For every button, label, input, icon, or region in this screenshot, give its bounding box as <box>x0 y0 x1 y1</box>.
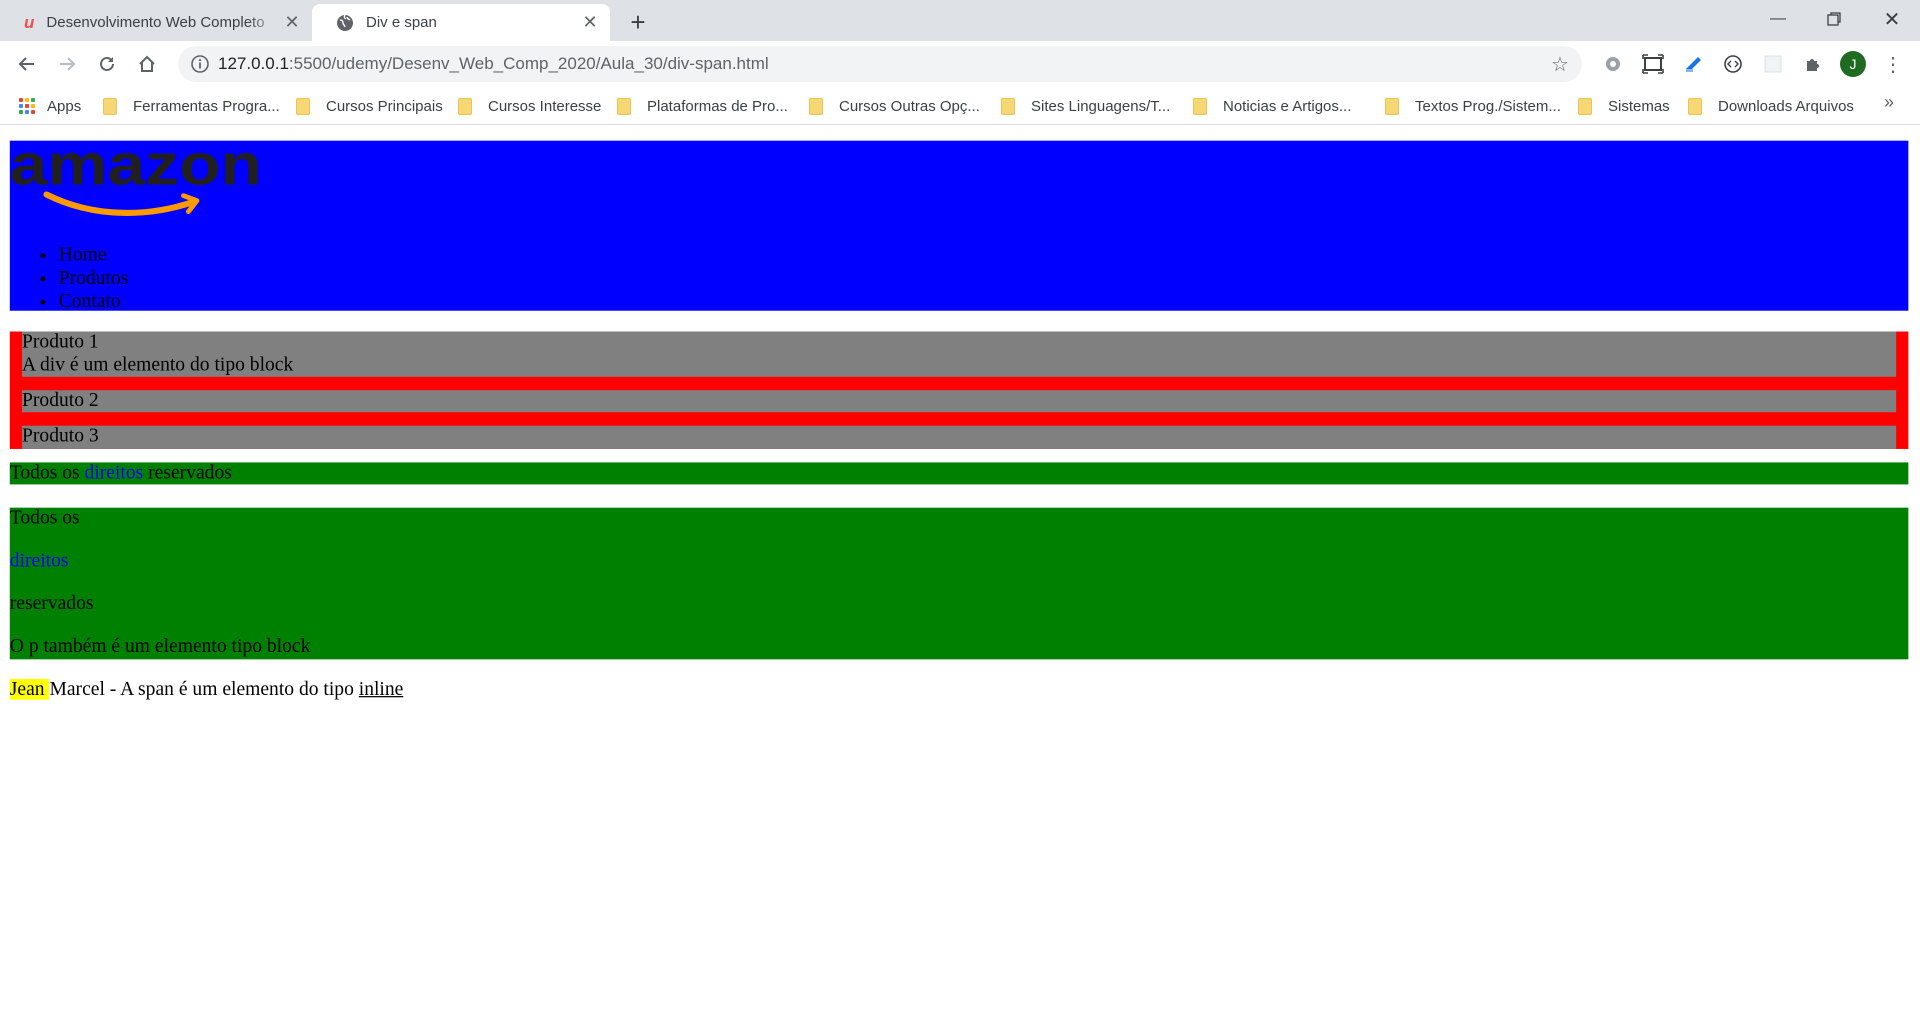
bookmark-label: Apps <box>47 97 82 115</box>
arrow-left-icon <box>18 57 34 71</box>
extension-dev-icon[interactable] <box>1721 52 1745 76</box>
highlighted-name: Jean <box>9 678 50 700</box>
restore-button[interactable] <box>1806 0 1862 38</box>
bookmark-label: Textos Prog./Sistem... <box>1415 97 1561 115</box>
tab-strip: u Desenvolvimento Web Completo ✕ Div e s… <box>0 0 1920 41</box>
bookmark-folder[interactable]: Cursos Outras Opç... <box>809 95 980 117</box>
extension-blue-icon[interactable] <box>1681 52 1705 76</box>
amazon-logo: amazon <box>10 141 262 216</box>
footer-paragraphs: Todos os direitos reservados O p também … <box>9 507 1909 660</box>
folder-icon <box>1385 97 1399 115</box>
new-tab-button[interactable]: + <box>624 7 652 37</box>
bookmark-label: Cursos Interesse <box>488 97 602 115</box>
info-icon[interactable] <box>190 54 210 74</box>
reload-icon <box>100 56 114 71</box>
close-window-button[interactable]: ✕ <box>1864 0 1920 38</box>
folder-icon <box>1001 97 1015 115</box>
close-icon[interactable]: ✕ <box>282 12 302 33</box>
folder-icon <box>458 97 472 115</box>
signature-line: Jean Marcel - A span é um elemento do tip… <box>9 678 404 702</box>
folder-icon <box>809 97 823 115</box>
arrow-right-icon <box>60 57 76 71</box>
produto-3: Produto 3 <box>22 425 1897 449</box>
minimize-button[interactable]: — <box>1750 0 1806 38</box>
close-icon[interactable]: ✕ <box>580 12 600 33</box>
folder-icon <box>1193 97 1207 115</box>
url-host: 127.0.0.1 <box>218 54 289 73</box>
bookmark-label: Plataformas de Pro... <box>647 97 788 115</box>
url-path: :5500/udemy/Desenv_Web_Comp_2020/Aula_30… <box>288 54 769 73</box>
svg-text:amazon: amazon <box>10 141 262 198</box>
tab-title: Div e span <box>366 14 437 31</box>
footer-inline: Todos os direitos reservados <box>9 462 1909 485</box>
forward-button[interactable] <box>53 50 81 78</box>
bookmark-folder[interactable]: Sites Linguagens/T... <box>1001 95 1170 117</box>
page-header: amazon Home Produtos Contato <box>9 140 1909 312</box>
bookmark-apps[interactable]: Apps <box>19 95 81 117</box>
bookmark-folder[interactable]: Cursos Interesse <box>458 95 601 117</box>
folder-icon <box>296 97 310 115</box>
home-icon <box>139 55 155 72</box>
bookmark-label: Sistemas <box>1608 97 1670 115</box>
nav-item-contato[interactable]: Contato <box>59 291 129 314</box>
back-button[interactable] <box>13 50 41 78</box>
produto-1: Produto 1 A div é um elemento do tipo bl… <box>22 331 1897 377</box>
footer-p-note: O p também é um elemento tipo block <box>9 636 311 657</box>
produtos-container: Produto 1 A div é um elemento do tipo bl… <box>9 331 1909 449</box>
url-text: 127.0.0.1:5500/udemy/Desenv_Web_Comp_202… <box>218 54 769 74</box>
page-viewport: amazon Home Produtos Contato Produto 1 A… <box>0 126 1920 1029</box>
folder-icon <box>1688 97 1702 115</box>
bookmark-folder[interactable]: Cursos Principais <box>296 95 443 117</box>
tab-div-e-span[interactable]: Div e span ✕ <box>312 4 610 41</box>
footer-text-b: reservados <box>148 462 232 484</box>
bookmark-folder[interactable]: Plataformas de Pro... <box>617 95 788 117</box>
folder-icon <box>1578 97 1592 115</box>
produto-2: Produto 2 <box>22 390 1897 413</box>
bookmark-folder[interactable]: Noticias e Artigos... <box>1193 95 1351 117</box>
screen-capture-icon[interactable] <box>1641 52 1665 76</box>
folder-icon <box>103 97 117 115</box>
reload-button[interactable] <box>93 50 121 78</box>
footer-p-link[interactable]: direitos <box>10 550 69 573</box>
footer-p-a: Todos os <box>9 507 80 529</box>
profile-avatar[interactable]: J <box>1840 51 1866 77</box>
footer-text-a: Todos os <box>9 462 80 484</box>
extension-placeholder-icon[interactable] <box>1761 52 1785 76</box>
bookmark-folder[interactable]: Sistemas <box>1578 95 1670 117</box>
footer-p-b: reservados <box>9 593 94 615</box>
bookmark-label: Cursos Outras Opç... <box>839 97 980 115</box>
produto-1-title: Produto 1 <box>22 331 99 353</box>
address-bar[interactable]: 127.0.0.1:5500/udemy/Desenv_Web_Comp_202… <box>178 46 1582 82</box>
bookmark-label: Cursos Principais <box>326 97 443 115</box>
bookmark-label: Noticias e Artigos... <box>1223 97 1352 115</box>
nav-item-produtos[interactable]: Produtos <box>59 268 129 291</box>
tab-title: Desenvolvimento Web Completo <box>46 14 265 31</box>
restore-icon <box>1827 12 1841 26</box>
udemy-icon: u <box>24 12 35 32</box>
nav-item-home[interactable]: Home <box>59 245 129 268</box>
bookmark-folder[interactable]: Downloads Arquivos <box>1688 95 1854 117</box>
browser-toolbar: 127.0.0.1:5500/udemy/Desenv_Web_Comp_202… <box>0 41 1920 87</box>
bookmark-folder[interactable]: Textos Prog./Sistem... <box>1385 95 1561 117</box>
signature-text: Marcel - A span é um elemento do tipo <box>49 678 354 700</box>
produto-1-note: A div é um elemento do tipo block <box>22 354 294 375</box>
bookmarks-bar: Apps Ferramentas Progra... Cursos Princi… <box>0 87 1920 125</box>
bookmark-folder[interactable]: Ferramentas Progra... <box>103 95 280 117</box>
bookmark-label: Downloads Arquivos <box>1718 97 1854 115</box>
bookmarks-more-button[interactable]: » <box>1884 92 1894 113</box>
nav-menu: Home Produtos Contato <box>59 245 129 315</box>
home-button[interactable] <box>133 50 161 78</box>
apps-grid-icon <box>19 98 35 114</box>
tab-desenvolvimento[interactable]: u Desenvolvimento Web Completo ✕ <box>0 4 312 41</box>
folder-icon <box>617 97 631 115</box>
bookmark-label: Sites Linguagens/T... <box>1031 97 1171 115</box>
underlined-word: inline <box>358 678 404 700</box>
menu-kebab-icon[interactable]: ⋮ <box>1881 52 1905 76</box>
footer-link-direitos[interactable]: direitos <box>85 462 144 483</box>
extension-gear-icon[interactable] <box>1601 52 1625 76</box>
bookmark-star-icon[interactable]: ☆ <box>1548 52 1572 76</box>
globe-icon <box>336 14 354 32</box>
extensions-puzzle-icon[interactable] <box>1801 52 1825 76</box>
bookmark-label: Ferramentas Progra... <box>133 97 280 115</box>
